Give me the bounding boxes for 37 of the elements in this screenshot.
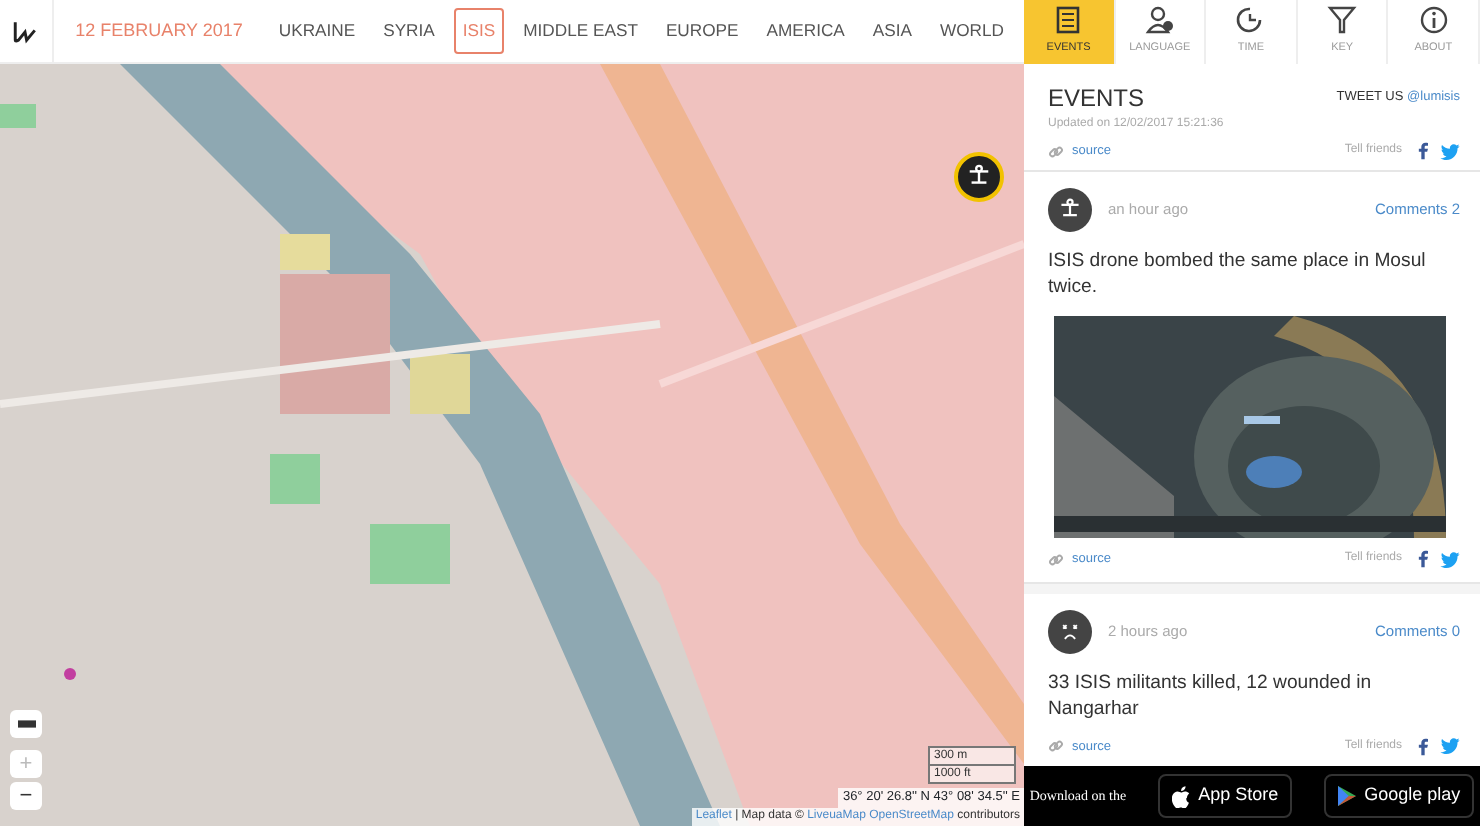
sad-face-icon	[1058, 619, 1082, 643]
zoom-button[interactable]: −	[10, 782, 42, 810]
clock-icon	[1234, 4, 1267, 36]
person-icon	[1143, 4, 1176, 36]
facebook-icon[interactable]	[1418, 737, 1428, 756]
apple-icon	[1172, 785, 1191, 807]
event-text: ISIS drone bombed the same place in Mosul twice.	[1048, 247, 1428, 300]
logo-icon[interactable]	[12, 19, 39, 43]
twitter-icon[interactable]	[1440, 738, 1460, 755]
play-triangle-icon	[1338, 786, 1357, 806]
date-label: 12 FEBRUARY 2017	[75, 17, 243, 44]
region-tab[interactable]: MIDDLE EAST	[515, 8, 646, 54]
link-icon	[1048, 551, 1064, 568]
region-tab[interactable]: ISIS	[454, 8, 504, 54]
info-icon	[1417, 4, 1450, 36]
google-play-button[interactable]: Google play	[1324, 774, 1475, 818]
twitter-icon[interactable]	[1440, 551, 1460, 568]
link-icon	[1048, 738, 1064, 755]
layers-button[interactable]	[10, 710, 42, 738]
link-icon	[1048, 143, 1064, 160]
region-tab[interactable]: ASIA	[864, 8, 920, 54]
layers-icon	[17, 720, 35, 729]
drone-icon	[1058, 197, 1082, 222]
facebook-icon[interactable]	[1418, 550, 1428, 569]
funnel-icon	[1326, 4, 1359, 36]
twitter-icon[interactable]	[1440, 143, 1460, 160]
region-tab[interactable]: UKRAINE	[270, 8, 364, 54]
event-text: 33 ISIS militants killed, 12 wounded in Nangarhar	[1048, 669, 1374, 721]
app-store-button[interactable]: App Store	[1158, 774, 1293, 818]
facebook-icon[interactable]	[1418, 142, 1428, 161]
drone-icon	[966, 164, 992, 190]
newspaper-icon	[1052, 4, 1085, 36]
region-tab[interactable]: WORLD	[932, 8, 1012, 54]
region-tab[interactable]: AMERICA	[758, 8, 853, 54]
region-tab[interactable]: EUROPE	[657, 8, 747, 54]
region-tab[interactable]: SYRIA	[375, 8, 443, 54]
panel-title: EVENTS	[1048, 82, 1145, 116]
